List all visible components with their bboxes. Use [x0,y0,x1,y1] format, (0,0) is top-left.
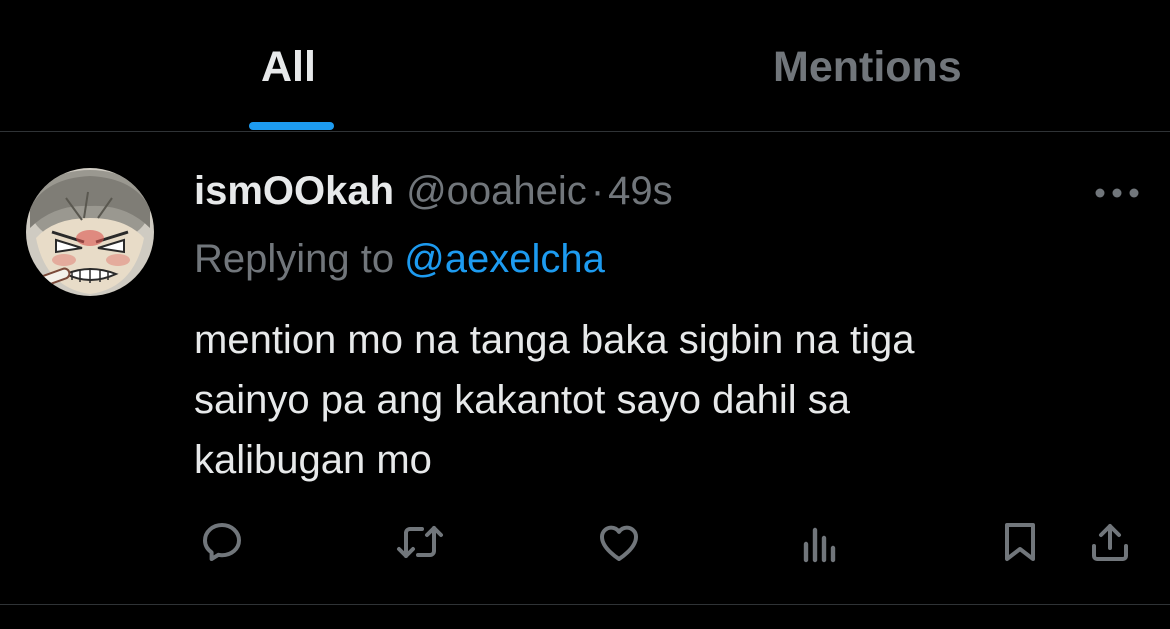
active-tab-indicator [249,122,334,130]
tweet-text-line: kalibugan mo [194,438,432,482]
separator-dot: · [590,169,605,213]
avatar[interactable] [26,168,154,296]
tweet-text-line: mention mo na tanga baka sigbin na tiga [194,318,915,362]
views-button[interactable] [790,512,850,572]
tweet-actions [0,512,1170,572]
tweet-header: ismOOkah @ooaheic · 49s [194,166,673,216]
replying-to: Replying to @aexelcha [194,234,605,284]
views-icon [803,527,836,563]
like-button[interactable] [589,512,649,572]
avatar-image [26,168,154,296]
tweet-text-line: sainyo pa ang kakantot sayo dahil sa [194,378,850,422]
replying-to-label: Replying to [194,237,395,281]
more-options-button[interactable] [1094,186,1140,200]
display-name[interactable]: ismOOkah [194,169,394,213]
share-button[interactable] [1080,512,1140,572]
replying-to-handle[interactable]: @aexelcha [404,237,605,281]
bookmark-icon [1005,523,1035,561]
like-icon [600,525,638,561]
timestamp[interactable]: 49s [608,169,673,213]
tab-mentions[interactable]: Mentions [585,0,1170,131]
retweet-button[interactable] [390,512,450,572]
tab-all-label: All [261,43,316,91]
bookmark-button[interactable] [990,512,1050,572]
reply-icon [203,523,241,561]
tab-all[interactable]: All [0,0,585,131]
user-handle[interactable]: @ooaheic [406,169,587,213]
tab-bar: All Mentions [0,0,1170,132]
tab-mentions-label: Mentions [773,43,962,91]
retweet-icon [397,526,443,558]
reply-button[interactable] [192,512,252,572]
tweet-text: mention mo na tanga baka sigbin na tiga … [194,310,1094,490]
share-icon [1092,524,1128,561]
more-icon [1095,188,1139,198]
tweet[interactable]: ismOOkah @ooaheic · 49s Replying to @aexelch… [0,132,1170,605]
